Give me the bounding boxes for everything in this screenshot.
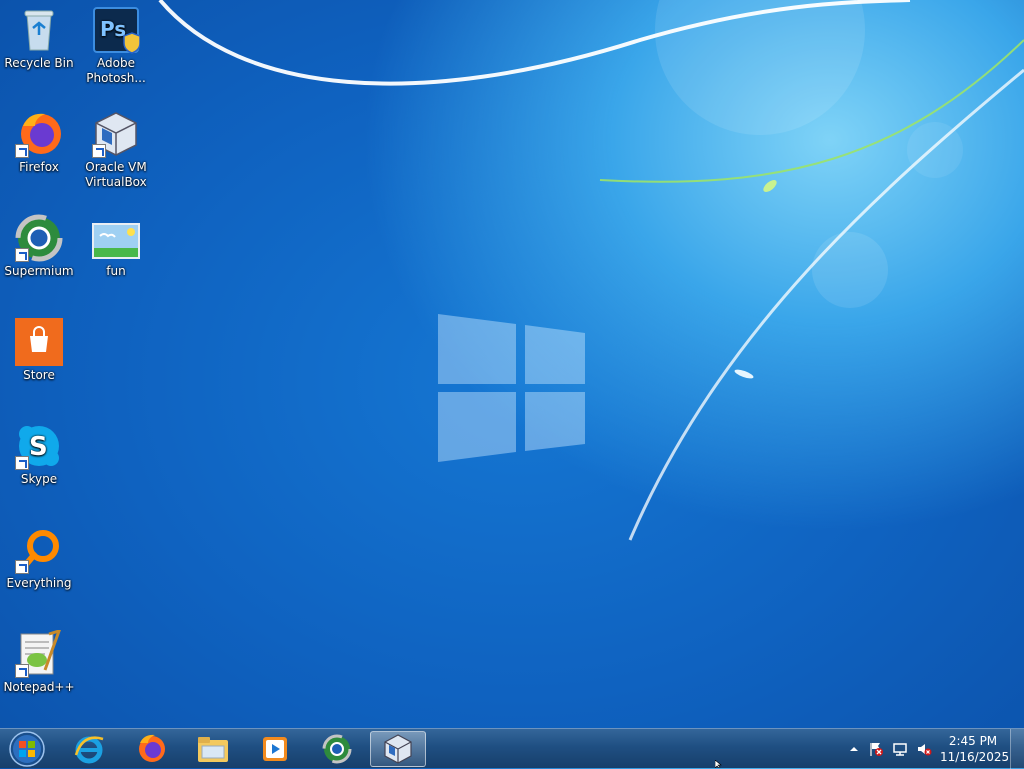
store-icon <box>15 318 63 366</box>
show-desktop-button[interactable] <box>1010 729 1024 769</box>
photoshop-icon: Ps <box>92 6 141 54</box>
clock-date: 11/16/2025 <box>940 750 1010 764</box>
firefox-icon <box>15 110 63 158</box>
skype-icon: S <box>15 422 63 470</box>
everything-label: Everything <box>6 576 72 590</box>
action-center-flag-icon[interactable] <box>868 741 884 757</box>
photoshop-label: Adobe Photosh... <box>86 56 146 85</box>
supermium-icon <box>15 214 63 262</box>
notepadpp-label: Notepad++ <box>3 680 75 694</box>
supermium-icon <box>322 734 352 764</box>
skype-icon-tile[interactable]: S Skype <box>1 422 77 487</box>
windows-orb-icon <box>9 731 45 767</box>
svg-text:S: S <box>29 432 48 462</box>
store-label: Store <box>23 368 55 382</box>
taskbar-supermium[interactable] <box>310 731 364 767</box>
volume-muted-icon[interactable] <box>916 741 932 757</box>
virtualbox-label: Oracle VM VirtualBox <box>85 160 147 189</box>
virtualbox-icon <box>384 734 412 764</box>
show-hidden-icons-icon[interactable] <box>846 741 862 757</box>
taskbar: 2:45 PM 11/16/2025 <box>0 728 1024 769</box>
svg-text:Ps: Ps <box>100 17 126 41</box>
fun-icon-tile[interactable]: fun <box>78 214 154 279</box>
notepadpp-icon <box>15 628 63 678</box>
virtualbox-icon <box>92 110 140 158</box>
image-file-icon <box>92 214 140 262</box>
taskbar-virtualbox[interactable] <box>370 731 426 767</box>
folder-icon <box>198 737 228 762</box>
start-button[interactable] <box>0 731 54 767</box>
media-player-icon <box>263 737 287 761</box>
skype-label: Skype <box>20 472 58 486</box>
everything-search-icon <box>15 526 63 574</box>
mouse-cursor-icon <box>715 760 722 768</box>
virtualbox-icon-tile[interactable]: Oracle VM VirtualBox <box>78 110 154 190</box>
clock[interactable]: 2:45 PM 11/16/2025 <box>940 733 1010 765</box>
taskbar-internet-explorer[interactable] <box>62 731 116 767</box>
taskbar-firefox[interactable] <box>124 731 178 767</box>
notepadpp-icon-tile[interactable]: Notepad++ <box>1 628 77 695</box>
recycle-bin-label: Recycle Bin <box>4 56 74 70</box>
internet-explorer-icon <box>74 736 104 764</box>
taskbar-file-explorer[interactable] <box>186 731 240 767</box>
store-icon-tile[interactable]: Store <box>1 318 77 383</box>
everything-icon-tile[interactable]: Everything <box>1 526 77 591</box>
desktop[interactable]: Recycle Bin Ps Adobe Photosh... Firefox <box>0 0 1024 728</box>
firefox-icon <box>139 734 165 762</box>
clock-time: 2:45 PM <box>948 734 998 748</box>
supermium-label: Supermium <box>4 264 74 278</box>
recycle-bin-icon-tile[interactable]: Recycle Bin <box>1 6 77 71</box>
supermium-icon-tile[interactable]: Supermium <box>1 214 77 279</box>
firefox-label: Firefox <box>19 160 59 174</box>
firefox-icon-tile[interactable]: Firefox <box>1 110 77 175</box>
recycle-bin-icon <box>15 6 63 54</box>
taskbar-media-player[interactable] <box>248 731 302 767</box>
fun-label: fun <box>106 264 126 278</box>
network-icon[interactable] <box>892 741 908 757</box>
photoshop-icon-tile[interactable]: Ps Adobe Photosh... <box>78 6 154 86</box>
